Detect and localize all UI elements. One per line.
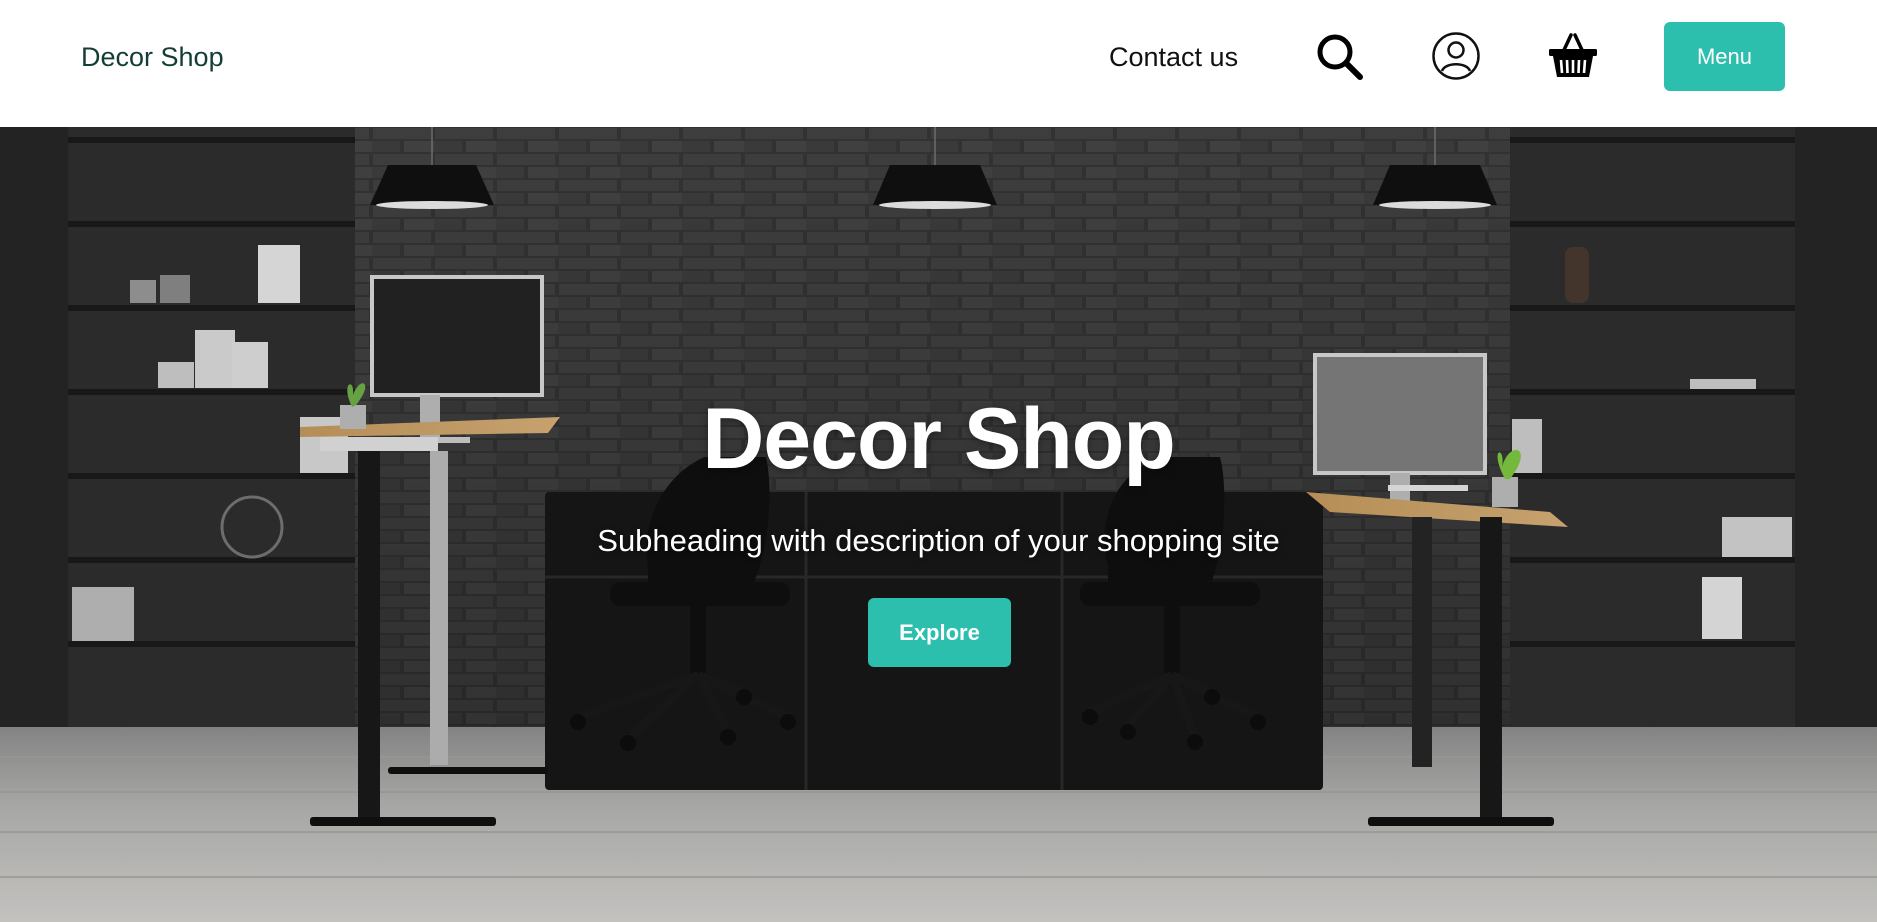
brand-logo-link[interactable]: Decor Shop xyxy=(81,40,224,74)
menu-button[interactable]: Menu xyxy=(1664,22,1785,91)
contact-us-link[interactable]: Contact us xyxy=(1109,40,1238,74)
cart-button[interactable] xyxy=(1547,30,1599,82)
account-button[interactable] xyxy=(1430,30,1482,82)
top-navigation-bar: Decor Shop Contact us Menu xyxy=(0,0,1877,127)
shopping-basket-icon xyxy=(1549,33,1597,77)
search-icon xyxy=(1317,34,1363,80)
user-account-icon xyxy=(1432,32,1480,80)
search-button[interactable] xyxy=(1313,30,1365,82)
hero-title: Decor Shop xyxy=(702,391,1176,487)
hero-section: Decor Shop Subheading with description o… xyxy=(0,127,1877,922)
hero-subtitle: Subheading with description of your shop… xyxy=(597,523,1280,558)
explore-button[interactable]: Explore xyxy=(868,598,1011,667)
